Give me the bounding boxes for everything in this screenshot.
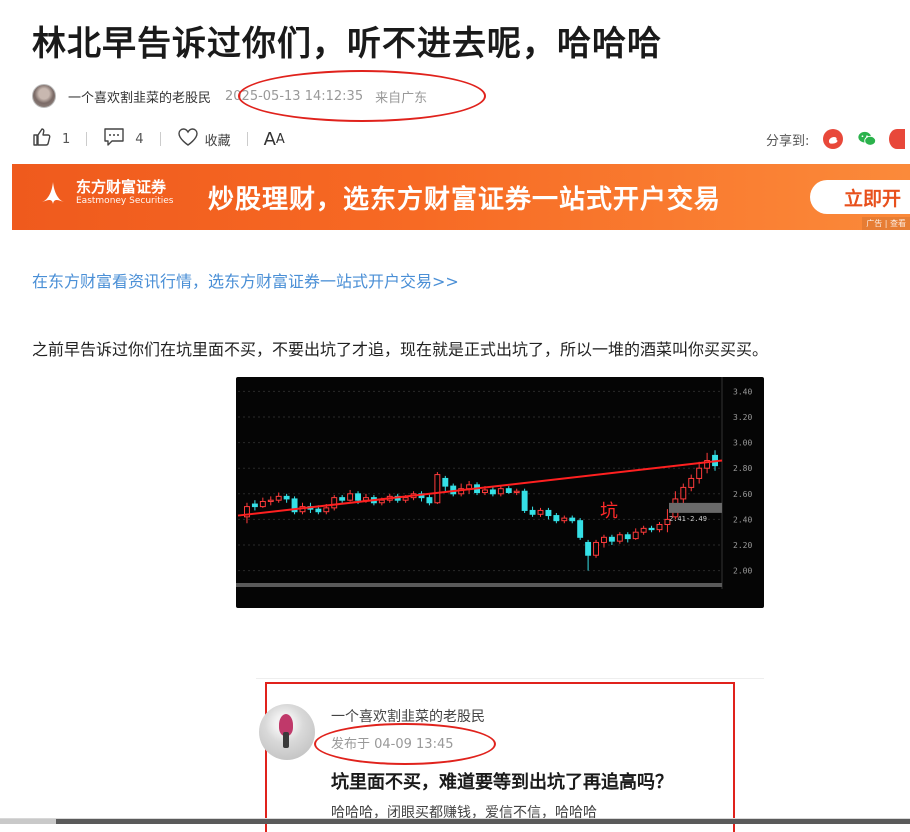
- eastmoney-link[interactable]: 在东方财富看资讯行情，选东方财富证券一站式开户交易>>: [32, 268, 459, 292]
- author-avatar[interactable]: [32, 84, 56, 108]
- candle-body: [497, 488, 504, 495]
- logo-en: Eastmoney Securities: [76, 196, 174, 206]
- card-title[interactable]: 坑里面不买，难道要等到出坑了再追高吗？: [331, 768, 673, 794]
- candle-body: [426, 497, 433, 504]
- article-title: 林北早告诉过你们，听不进去呢，哈哈哈: [32, 24, 662, 64]
- ad-banner[interactable]: 东方财富证券 Eastmoney Securities 炒股理财，选东方财富证券…: [12, 164, 910, 230]
- font-size-big: A: [263, 128, 276, 150]
- candle-body: [505, 488, 512, 494]
- y-tick-label: 3.20: [733, 413, 752, 422]
- candle-body: [553, 515, 560, 522]
- share-label: 分享到:: [766, 133, 810, 149]
- candle-body: [339, 497, 346, 501]
- chart-annotation: 坑: [600, 501, 618, 522]
- candle-body: [601, 536, 607, 543]
- stock-chart: 3.40 3.20 3.00 2.80 2.60 2.40 2.20 2.00 坑 2.41-2.…: [236, 377, 764, 608]
- candle-body: [585, 541, 592, 556]
- y-tick-label: 2.40: [733, 515, 752, 524]
- candle-body: [347, 493, 354, 501]
- highlight-ellipse-time: [238, 70, 486, 122]
- candle-body: [616, 534, 623, 542]
- eastmoney-logo-icon: [38, 178, 68, 208]
- candle-body: [434, 474, 441, 504]
- candle-body: [521, 490, 528, 511]
- candle-body: [561, 517, 568, 522]
- divider: [246, 132, 248, 146]
- candle-body: [402, 497, 409, 501]
- price-tag-label: 2.41-2.49: [669, 515, 707, 523]
- candle-body: [378, 499, 385, 504]
- weibo-share-icon[interactable]: [823, 129, 844, 149]
- comment-button[interactable]: 4: [103, 127, 144, 151]
- font-size-button[interactable]: AA: [264, 129, 285, 150]
- candlestick-chart-svg: 3.40 3.20 3.00 2.80 2.60 2.40 2.20 2.00 坑 2.41-2.…: [236, 377, 752, 589]
- y-tick-label: 3.40: [733, 387, 752, 396]
- open-account-button[interactable]: 立即开: [810, 180, 910, 214]
- eastmoney-logo: 东方财富证券 Eastmoney Securities: [38, 178, 173, 208]
- card-divider: [256, 678, 764, 679]
- candle-body: [648, 527, 655, 531]
- card-avatar[interactable]: [259, 704, 315, 760]
- price-tag-bar: [669, 502, 722, 513]
- like-count: 1: [62, 131, 71, 147]
- candle-body: [537, 509, 544, 515]
- candle-body: [355, 493, 361, 501]
- y-tick-label: 2.00: [733, 567, 752, 576]
- candle-body: [275, 495, 282, 501]
- candle-body: [529, 509, 536, 515]
- divider: [159, 132, 161, 146]
- bottom-scrollbar-thumb[interactable]: [56, 819, 910, 824]
- candle-body: [482, 489, 488, 494]
- favorite-label: 收藏: [204, 133, 231, 149]
- candle-body: [608, 536, 615, 542]
- candle-body: [267, 499, 274, 502]
- logo-cn: 东方财富证券: [76, 178, 167, 196]
- like-button[interactable]: 1: [32, 127, 70, 151]
- thumbs-up-icon: [32, 127, 52, 151]
- candle-body: [315, 508, 322, 513]
- article-paragraph: 之前早告诉过你们在坑里面不买，不要出坑了才追，现在就是正式出坑了，所以一堆的酒菜…: [32, 340, 769, 359]
- candle-body: [593, 541, 599, 556]
- candle-body: [640, 527, 647, 533]
- candle-body: [688, 477, 695, 488]
- candle-body: [259, 500, 266, 508]
- candle-body: [569, 517, 576, 522]
- candle-body: [251, 503, 258, 508]
- candle-body: [680, 486, 687, 500]
- candle-body: [632, 531, 639, 540]
- candle-body: [577, 520, 584, 538]
- more-share-icon[interactable]: [889, 129, 906, 149]
- trend-line: [237, 459, 723, 517]
- comment-count: 4: [135, 131, 144, 147]
- favorite-button[interactable]: 收藏: [177, 127, 231, 151]
- wechat-share-icon[interactable]: [857, 129, 877, 149]
- candle-body: [489, 489, 496, 495]
- article-toolbar: 1 4 收藏 AA: [32, 126, 285, 152]
- candle-body: [656, 524, 663, 531]
- candle-body: [442, 477, 449, 487]
- divider: [86, 132, 88, 146]
- font-size-small: A: [275, 131, 285, 147]
- y-tick-label: 3.00: [733, 439, 752, 448]
- y-tick-label: 2.80: [733, 464, 752, 473]
- candle-body: [545, 509, 552, 517]
- candle-body: [323, 507, 330, 513]
- volume-strip: [236, 583, 722, 587]
- heart-icon: [177, 127, 199, 151]
- banner-slogan: 炒股理财，选东方财富证券一站式开户交易: [208, 185, 722, 215]
- share-bar: 分享到:: [766, 126, 906, 152]
- highlight-ellipse-card-time: [314, 723, 496, 765]
- candle-body: [513, 490, 520, 494]
- comment-icon: [103, 127, 125, 151]
- y-tick-label: 2.60: [733, 490, 752, 499]
- y-tick-label: 2.20: [733, 541, 752, 550]
- candle-body: [696, 467, 703, 479]
- candle-body: [624, 534, 631, 540]
- author-name[interactable]: 一个喜欢割韭菜的老股民: [68, 87, 211, 106]
- candle-body: [331, 497, 338, 509]
- ad-tag[interactable]: 广告 | 查看: [862, 217, 910, 230]
- candle-body: [283, 495, 290, 500]
